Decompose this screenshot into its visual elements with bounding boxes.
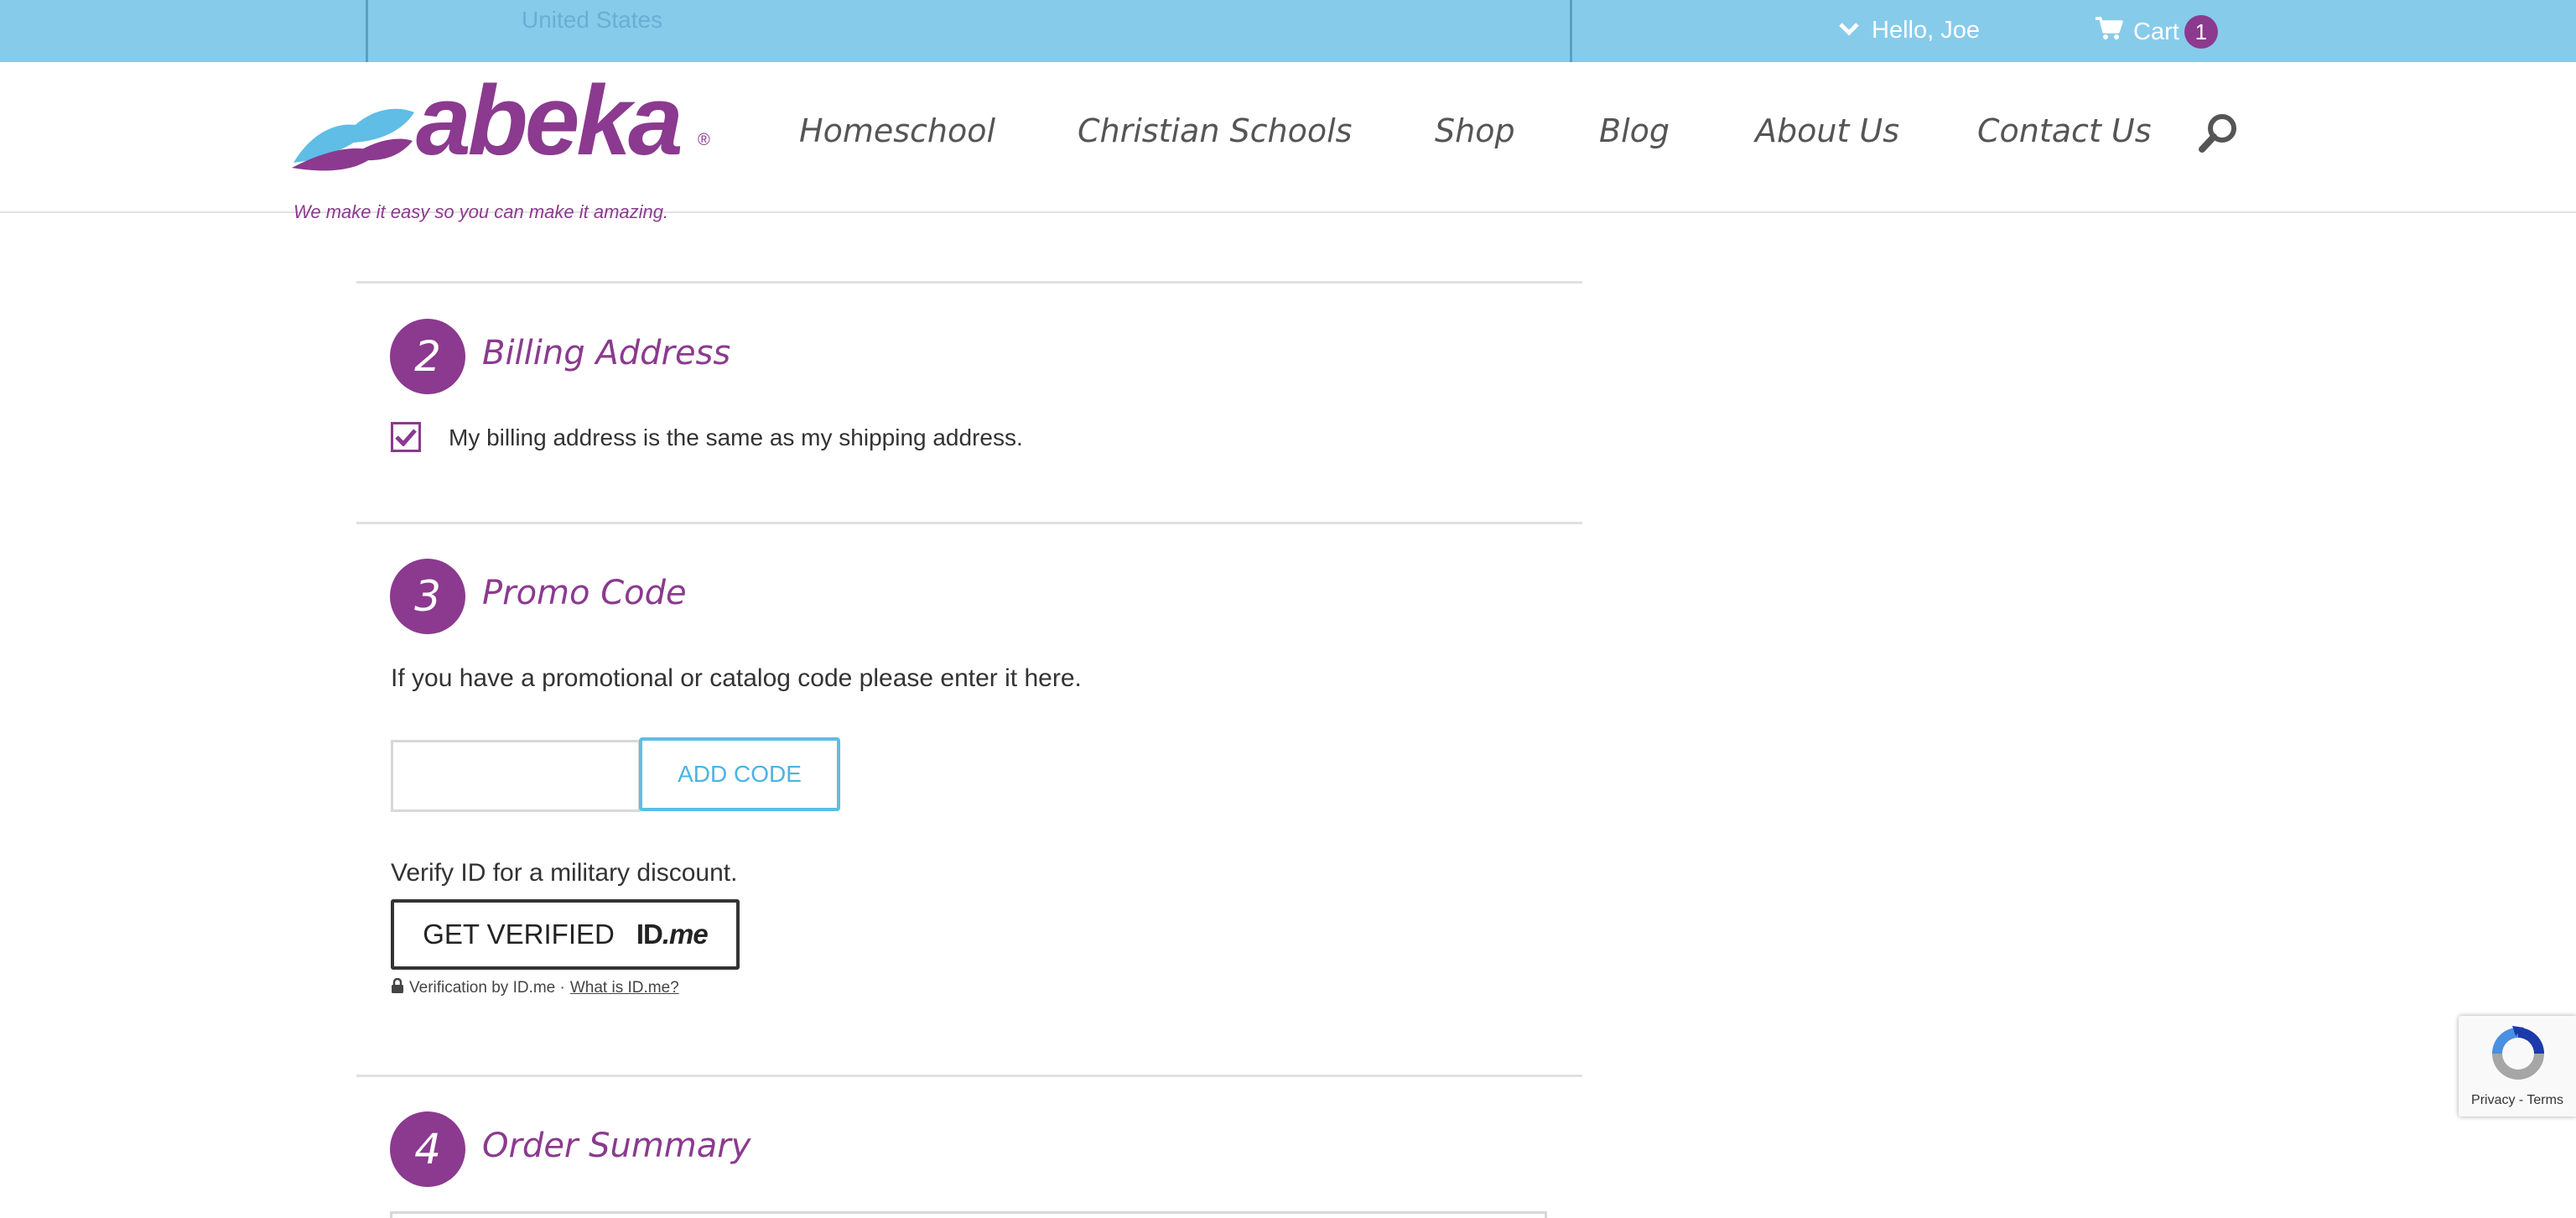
logo-tagline: We make it easy so you can make it amazi… (293, 201, 669, 222)
billing-address-heading: Billing Address (482, 334, 731, 372)
step-number-badge: 4 (390, 1111, 465, 1187)
abeka-logo[interactable]: abeka ® We make it easy so you can make … (290, 65, 718, 222)
logo-wordmark: abeka (416, 65, 683, 176)
cart-link[interactable]: Cart 1 (2095, 15, 2218, 49)
military-discount-text: Verify ID for a military discount. (391, 859, 738, 887)
add-code-button[interactable]: ADD CODE (639, 737, 840, 811)
verification-by-text: Verification by ID.me · (409, 979, 565, 997)
dropdown-border-left (366, 0, 368, 62)
verification-note: Verification by ID.me · What is ID.me? (391, 977, 679, 998)
dropdown-border-right (1570, 0, 1572, 62)
user-greeting: Hello, Joe (1872, 17, 1980, 44)
utility-bar: United States Hello, Joe Cart 1 (0, 0, 2576, 62)
recaptcha-badge[interactable]: Privacy - Terms (2459, 1016, 2576, 1116)
cart-label: Cart (2133, 18, 2179, 45)
lock-icon (391, 977, 404, 998)
idme-logo: ID.me (636, 919, 709, 950)
what-is-idme-link[interactable]: What is ID.me? (570, 979, 679, 997)
section-divider (356, 522, 1582, 524)
chevron-down-icon (1838, 17, 1860, 44)
recaptcha-privacy-link[interactable]: Privacy (2471, 1093, 2515, 1107)
country-option[interactable]: United States (522, 7, 662, 34)
order-summary-heading: Order Summary (482, 1127, 751, 1165)
account-menu[interactable]: Hello, Joe (1838, 17, 1980, 44)
nav-homeschool[interactable]: Homeschool (799, 112, 995, 149)
site-header: abeka ® We make it easy so you can make … (0, 62, 2576, 222)
step-number-badge: 2 (390, 319, 465, 394)
nav-shop[interactable]: Shop (1435, 112, 1515, 149)
section-divider (356, 281, 1582, 284)
get-verified-idme-button[interactable]: GET VERIFIED ID.me (391, 899, 740, 970)
promo-code-heading: Promo Code (482, 574, 687, 612)
shopping-cart-icon (2095, 16, 2123, 48)
cart-count-badge: 1 (2184, 15, 2218, 49)
promo-code-input[interactable] (391, 740, 641, 812)
registered-mark: ® (698, 131, 710, 149)
section-divider (356, 1075, 1582, 1077)
billing-same-as-shipping-checkbox[interactable] (391, 422, 421, 452)
recaptcha-icon (2492, 1026, 2544, 1080)
open-book-icon (292, 108, 414, 171)
billing-same-as-shipping-label[interactable]: My billing address is the same as my shi… (449, 424, 1023, 451)
recaptcha-terms-link[interactable]: Terms (2527, 1093, 2563, 1107)
checkmark-icon (395, 429, 417, 446)
step-number-badge: 3 (390, 559, 465, 634)
nav-blog[interactable]: Blog (1599, 112, 1670, 149)
search-icon[interactable] (2197, 112, 2239, 154)
get-verified-label: GET VERIFIED (423, 919, 615, 950)
nav-contact-us[interactable]: Contact Us (1977, 112, 2152, 149)
recaptcha-links: Privacy - Terms (2459, 1093, 2576, 1108)
nav-about-us[interactable]: About Us (1755, 112, 1899, 149)
nav-christian-schools[interactable]: Christian Schools (1078, 112, 1352, 149)
recaptcha-separator: - (2518, 1093, 2524, 1107)
order-summary-table (390, 1211, 1547, 1218)
promo-instructions: If you have a promotional or catalog cod… (391, 664, 1082, 692)
